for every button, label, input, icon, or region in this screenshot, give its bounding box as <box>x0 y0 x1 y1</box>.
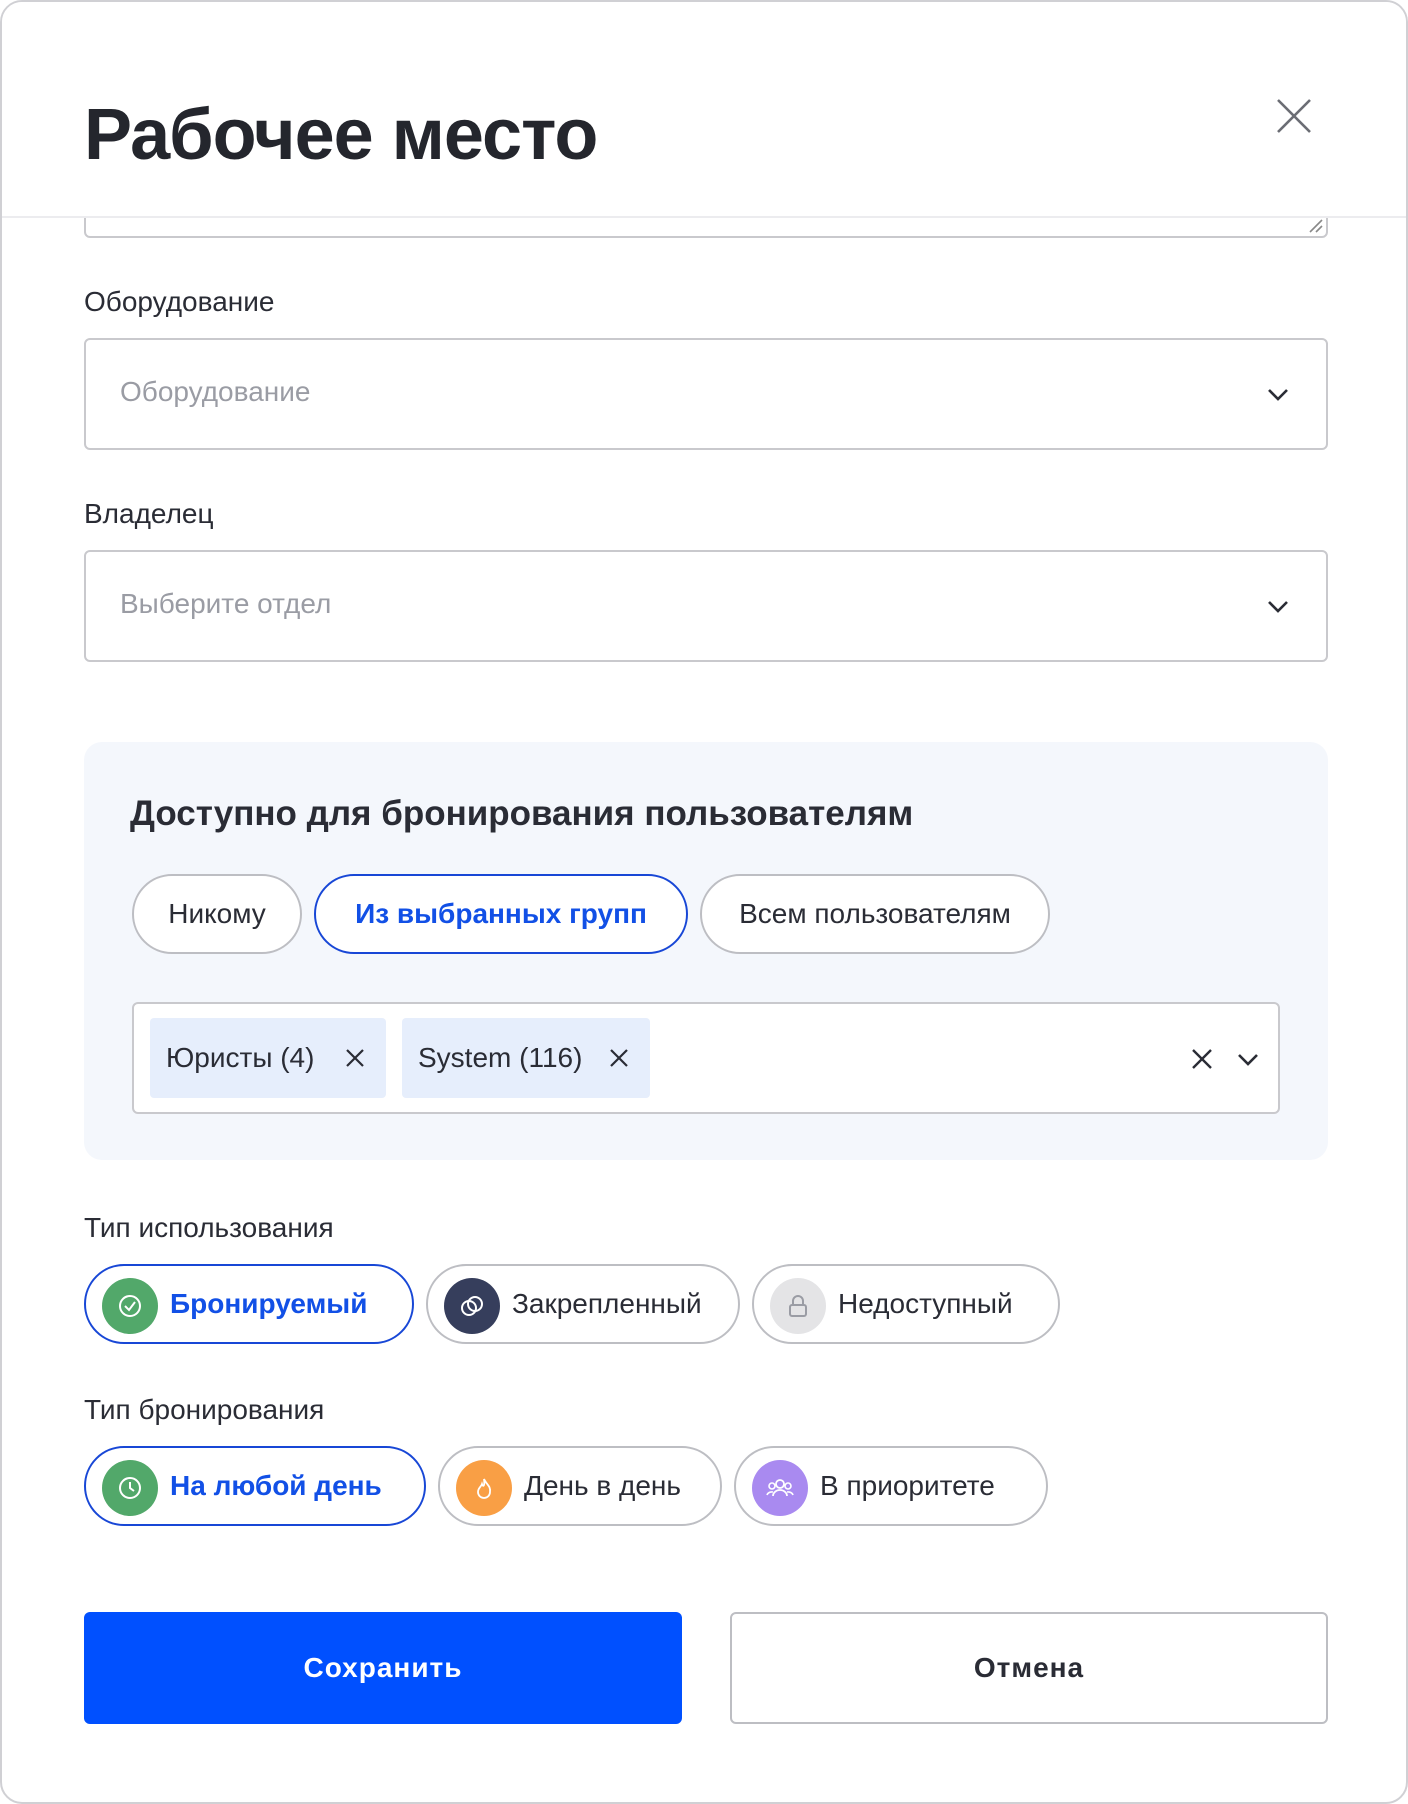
owner-select[interactable]: Выберите отдел <box>84 550 1328 662</box>
usage-option-bookable[interactable]: Бронируемый <box>84 1264 414 1344</box>
dialog-title: Рабочее место <box>84 95 598 175</box>
cancel-button[interactable]: Отмена <box>730 1612 1328 1724</box>
owner-placeholder: Выберите отдел <box>120 588 332 619</box>
usage-option-label: Бронируемый <box>170 1288 368 1319</box>
save-button[interactable]: Сохранить <box>84 1612 682 1724</box>
booking-option-label: День в день <box>524 1470 681 1501</box>
equipment-placeholder: Оборудование <box>120 376 311 407</box>
usage-type-label: Тип использования <box>84 1212 334 1243</box>
group-tag: System (116) <box>402 1018 650 1098</box>
access-option-selected-groups[interactable]: Из выбранных групп <box>314 874 688 954</box>
group-tag-label: Юристы (4) <box>166 1042 315 1073</box>
remove-tag-icon[interactable] <box>608 1047 630 1069</box>
chevron-down-icon[interactable] <box>1264 592 1292 620</box>
resize-grip-icon[interactable] <box>1306 216 1324 234</box>
check-circle-icon <box>102 1278 158 1334</box>
chevron-down-icon[interactable] <box>1234 1045 1262 1073</box>
access-option-label: Из выбранных групп <box>355 898 647 929</box>
close-icon[interactable] <box>1272 94 1316 138</box>
remove-tag-icon[interactable] <box>344 1047 366 1069</box>
group-tag-label: System (116) <box>418 1042 583 1073</box>
access-option-nobody[interactable]: Никому <box>132 874 302 954</box>
booking-option-same-day[interactable]: День в день <box>438 1446 722 1526</box>
booking-access-title: Доступно для бронирования пользователям <box>130 794 914 833</box>
pin-icon <box>444 1278 500 1334</box>
usage-option-pinned[interactable]: Закрепленный <box>426 1264 740 1344</box>
booking-option-any-day[interactable]: На любой день <box>84 1446 426 1526</box>
clock-icon <box>102 1460 158 1516</box>
usage-option-label: Недоступный <box>838 1288 1013 1319</box>
usage-option-unavailable[interactable]: Недоступный <box>752 1264 1060 1344</box>
dialog-header: Рабочее место <box>2 2 1406 218</box>
clear-all-icon[interactable] <box>1190 1047 1214 1071</box>
booking-option-priority[interactable]: В приоритете <box>734 1446 1048 1526</box>
booking-option-label: На любой день <box>170 1470 382 1501</box>
equipment-select[interactable]: Оборудование <box>84 338 1328 450</box>
access-option-label: Всем пользователям <box>739 898 1011 929</box>
lock-icon <box>770 1278 826 1334</box>
groups-multiselect[interactable]: Юристы (4) System (116) <box>132 1002 1280 1114</box>
equipment-label: Оборудование <box>84 286 275 317</box>
workplace-dialog: Рабочее место Оборудование Оборудование … <box>0 0 1408 1804</box>
group-tag: Юристы (4) <box>150 1018 386 1098</box>
chevron-down-icon[interactable] <box>1264 380 1292 408</box>
access-option-all-users[interactable]: Всем пользователям <box>700 874 1050 954</box>
group-icon <box>752 1460 808 1516</box>
fire-icon <box>456 1460 512 1516</box>
access-option-label: Никому <box>168 898 266 929</box>
booking-access-panel: Доступно для бронирования пользователям … <box>84 742 1328 1160</box>
usage-option-label: Закрепленный <box>512 1288 702 1319</box>
owner-label: Владелец <box>84 498 214 529</box>
booking-type-label: Тип бронирования <box>84 1394 325 1425</box>
booking-option-label: В приоритете <box>820 1470 995 1501</box>
